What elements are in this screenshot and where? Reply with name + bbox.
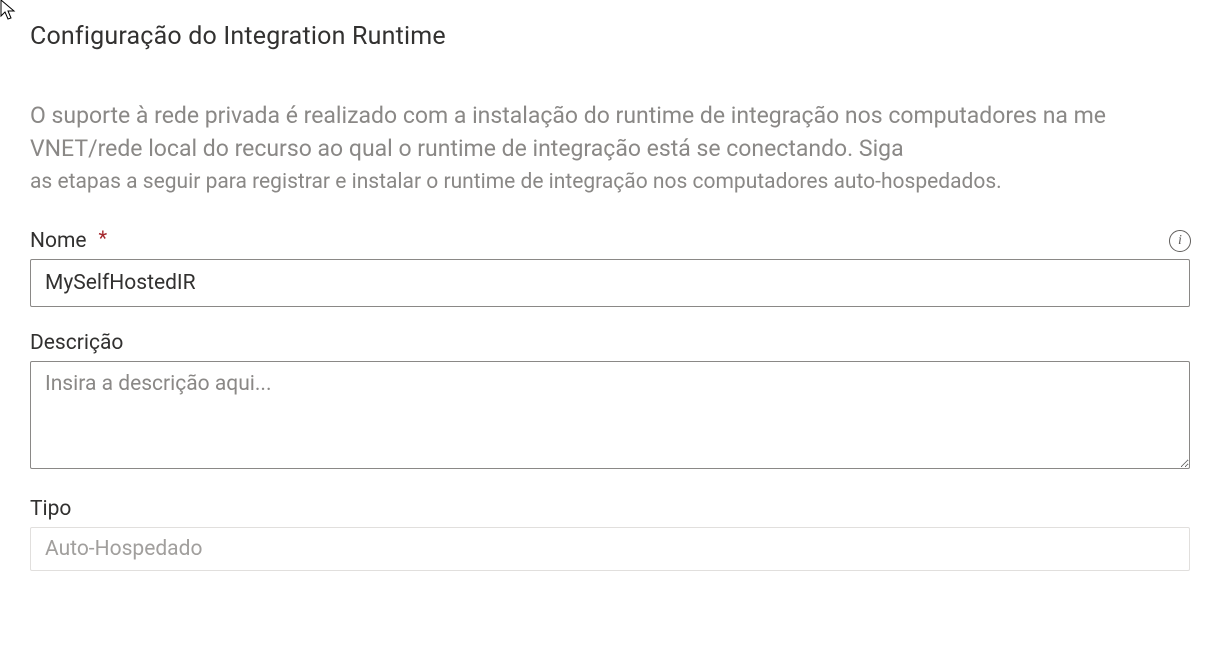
description-line-1: O suporte à rede privada é realizado com…: [30, 99, 1193, 132]
page-title: Configuração do Integration Runtime: [30, 22, 1193, 51]
description-text: O suporte à rede privada é realizado com…: [30, 99, 1193, 198]
name-field-group: Nome * i: [30, 228, 1193, 307]
type-label: Tipo: [30, 497, 71, 521]
description-label: Descrição: [30, 331, 123, 355]
required-indicator: *: [98, 226, 107, 250]
description-textarea[interactable]: [30, 361, 1190, 469]
type-field-group: Tipo: [30, 497, 1193, 571]
name-label: Nome: [30, 229, 87, 253]
type-input: [30, 527, 1190, 571]
name-input[interactable]: [30, 259, 1190, 307]
description-line-3: as etapas a seguir para registrar e inst…: [30, 166, 1193, 199]
description-line-2: VNET/rede local do recurso ao qual o run…: [30, 132, 1193, 165]
description-field-group: Descrição: [30, 331, 1193, 473]
info-icon[interactable]: i: [1169, 230, 1191, 252]
